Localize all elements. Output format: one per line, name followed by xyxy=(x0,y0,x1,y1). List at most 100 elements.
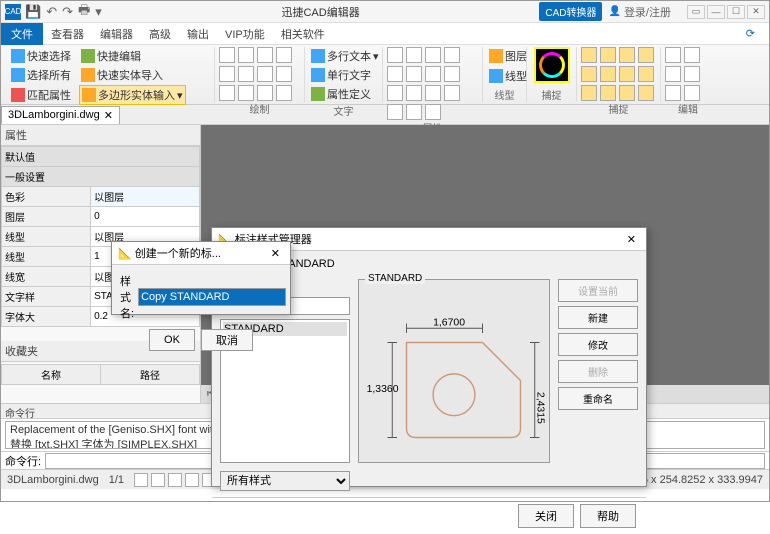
quick-select-button[interactable]: 快速选择 xyxy=(9,47,73,65)
window-min-icon[interactable]: — xyxy=(707,5,725,19)
window-max-icon[interactable]: ☐ xyxy=(727,5,745,19)
status-page: 1/1 xyxy=(109,474,124,486)
snap-icon[interactable] xyxy=(619,47,635,63)
tool-icon[interactable] xyxy=(425,104,441,120)
newstyle-close-icon[interactable]: ✕ xyxy=(267,247,284,260)
menu-output[interactable]: 输出 xyxy=(179,26,217,42)
quick-edit-button[interactable]: 快捷编辑 xyxy=(79,47,143,65)
rename-style-button[interactable]: 重命名 xyxy=(558,387,638,410)
snap-icon[interactable] xyxy=(619,66,635,82)
new-style-button[interactable]: 新建 xyxy=(558,306,638,329)
layer-button[interactable]: 图层 xyxy=(487,47,529,65)
tool-icon[interactable] xyxy=(444,66,460,82)
draw-tool-icon[interactable] xyxy=(276,85,292,101)
dimstyle-close-icon[interactable]: ✕ xyxy=(623,233,640,246)
draw-tool-icon[interactable] xyxy=(257,85,273,101)
minimize-inner-icon[interactable]: ▭ xyxy=(687,5,705,19)
select-all-button[interactable]: 选择所有 xyxy=(9,66,73,84)
document-tab[interactable]: 3DLamborgini.dwg✕ xyxy=(1,106,120,124)
edit-icon[interactable] xyxy=(684,66,700,82)
snap-icon[interactable] xyxy=(600,47,616,63)
props-default[interactable]: 默认值 xyxy=(2,147,200,167)
menu-viewer[interactable]: 查看器 xyxy=(43,26,92,42)
draw-tool-icon[interactable] xyxy=(238,66,254,82)
qat-save-icon[interactable]: 💾 xyxy=(25,4,41,20)
menu-related[interactable]: 相关软件 xyxy=(273,26,333,42)
tool-icon[interactable] xyxy=(425,66,441,82)
draw-tool-icon[interactable] xyxy=(238,47,254,63)
status-toggle-icon[interactable] xyxy=(185,473,199,487)
tool-icon[interactable] xyxy=(444,47,460,63)
snap-icon[interactable] xyxy=(619,85,635,101)
draw-tool-icon[interactable] xyxy=(219,66,235,82)
tool-icon[interactable] xyxy=(387,66,403,82)
tool-icon[interactable] xyxy=(387,47,403,63)
qat-undo-icon[interactable]: ↶ xyxy=(46,4,57,20)
tool-icon[interactable] xyxy=(425,47,441,63)
window-close-icon[interactable]: ✕ xyxy=(747,5,765,19)
quick-import-button[interactable]: 快速实体导入 xyxy=(79,66,165,84)
menu-editor[interactable]: 编辑器 xyxy=(92,26,141,42)
linetype-button[interactable]: 线型 xyxy=(487,67,529,85)
draw-tool-icon[interactable] xyxy=(219,47,235,63)
tool-icon[interactable] xyxy=(406,66,422,82)
menu-advanced[interactable]: 高级 xyxy=(141,26,179,42)
tool-icon[interactable] xyxy=(387,85,403,101)
modify-style-button[interactable]: 修改 xyxy=(558,333,638,356)
capture-big-icon[interactable] xyxy=(534,47,570,83)
status-toggle-icon[interactable] xyxy=(151,473,165,487)
dimstyle-close-button[interactable]: 关闭 xyxy=(518,504,574,528)
snap-icon[interactable] xyxy=(638,47,654,63)
snap-icon[interactable] xyxy=(581,85,597,101)
snap-icon[interactable] xyxy=(638,85,654,101)
newstyle-ok-button[interactable]: OK xyxy=(149,329,195,351)
prop-def-button[interactable]: 属性定义 xyxy=(309,85,373,103)
snap-icon[interactable] xyxy=(581,47,597,63)
edit-icon[interactable] xyxy=(665,66,681,82)
draw-tool-icon[interactable] xyxy=(238,85,254,101)
snap-icon[interactable] xyxy=(600,85,616,101)
multiline-text-button[interactable]: 多行文本▾ xyxy=(309,47,381,65)
svg-text:1,6700: 1,6700 xyxy=(433,317,465,328)
match-props-button[interactable]: 匹配属性 xyxy=(9,85,73,105)
qat-redo-icon[interactable]: ↷ xyxy=(62,4,73,20)
fav-col-path: 路径 xyxy=(101,365,200,385)
tool-icon[interactable] xyxy=(406,104,422,120)
command-prompt: 命令行: xyxy=(5,453,41,469)
svg-text:1,3360: 1,3360 xyxy=(367,384,399,395)
edit-icon[interactable] xyxy=(665,47,681,63)
draw-tool-icon[interactable] xyxy=(257,47,273,63)
newstyle-input[interactable] xyxy=(138,288,286,306)
cad-converter-button[interactable]: CAD转换器 xyxy=(539,2,602,21)
draw-tool-icon[interactable] xyxy=(219,85,235,101)
status-toggle-icon[interactable] xyxy=(134,473,148,487)
fav-col-name: 名称 xyxy=(2,365,101,385)
tool-icon[interactable] xyxy=(425,85,441,101)
edit-icon[interactable] xyxy=(684,85,700,101)
poly-input-button[interactable]: 多边形实体输入 ▾ xyxy=(79,85,186,105)
tool-icon[interactable] xyxy=(387,104,403,120)
status-toggle-icon[interactable] xyxy=(168,473,182,487)
draw-tool-icon[interactable] xyxy=(257,66,273,82)
tab-close-icon[interactable]: ✕ xyxy=(104,109,113,122)
menu-file[interactable]: 文件 xyxy=(1,23,43,45)
snap-icon[interactable] xyxy=(638,66,654,82)
edit-icon[interactable] xyxy=(684,47,700,63)
edit-icon[interactable] xyxy=(665,85,681,101)
login-link[interactable]: 👤 登录/注册 xyxy=(608,4,671,20)
single-text-button[interactable]: 单行文字 xyxy=(309,66,373,84)
snap-icon[interactable] xyxy=(581,66,597,82)
dimstyle-help-button[interactable]: 帮助 xyxy=(580,504,636,528)
menu-vip[interactable]: VIP功能 xyxy=(217,26,273,42)
ribbon-group-text: 文字 xyxy=(309,103,378,118)
draw-tool-icon[interactable] xyxy=(276,47,292,63)
style-filter-select[interactable]: 所有样式 xyxy=(220,471,350,491)
newstyle-cancel-button[interactable]: 取消 xyxy=(201,329,253,351)
tool-icon[interactable] xyxy=(406,47,422,63)
tool-icon[interactable] xyxy=(406,85,422,101)
tool-icon[interactable] xyxy=(444,85,460,101)
qat-print-icon[interactable]: 🖶 xyxy=(78,1,90,23)
snap-icon[interactable] xyxy=(600,66,616,82)
refresh-icon[interactable]: ⟳ xyxy=(738,27,763,40)
draw-tool-icon[interactable] xyxy=(276,66,292,82)
